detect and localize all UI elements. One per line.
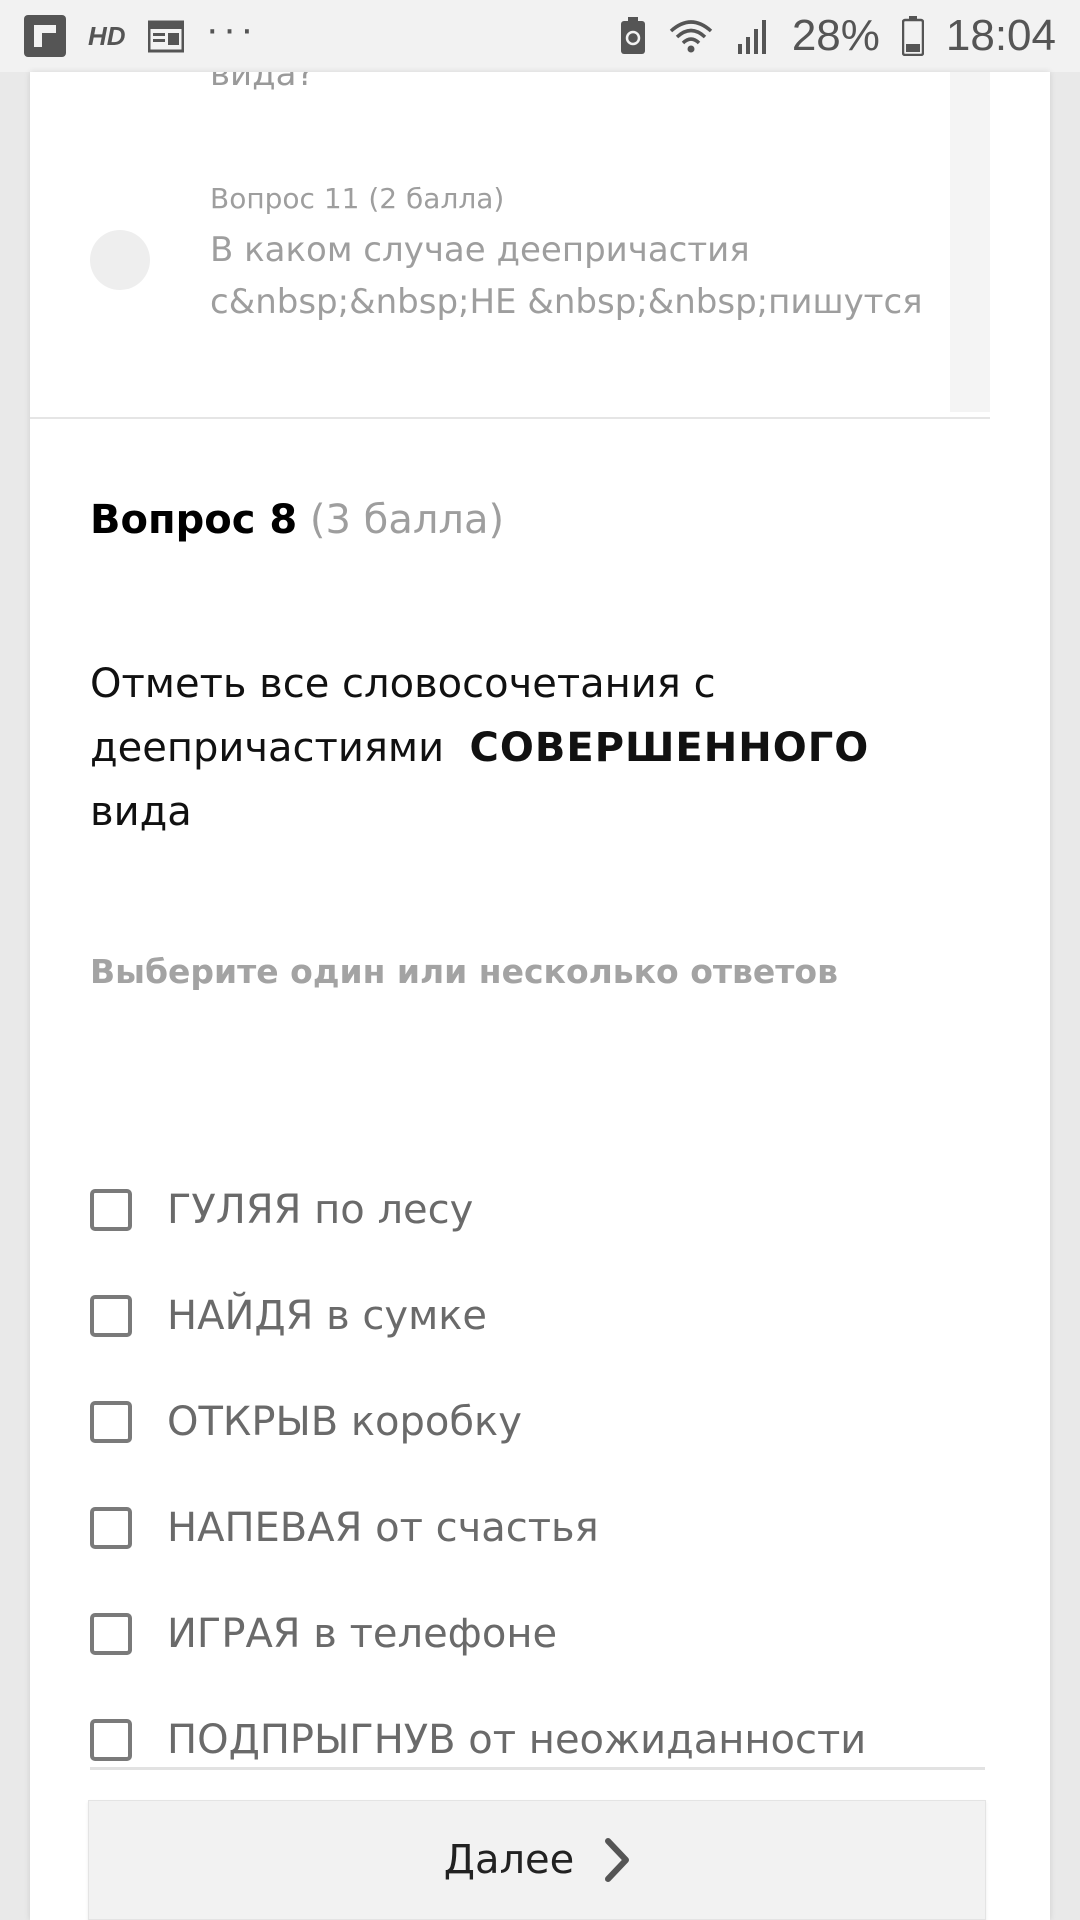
status-bar-left: HD ··· [24,9,258,57]
wifi-icon [668,17,714,55]
previous-question-text: вида? [210,72,315,94]
answer-options: ГУЛЯЯ по лесу НАЙДЯ в сумке ОТКРЫВ короб… [90,1157,970,1793]
checkbox[interactable] [90,1719,132,1761]
battery-saver-icon [620,17,646,55]
question-text-part2: вида [90,789,192,835]
battery-icon [901,16,924,56]
answer-option-label[interactable]: ОТКРЫВ коробку [167,1399,522,1445]
next-button[interactable]: Далее [88,1800,986,1920]
hd-icon: HD [88,20,126,51]
answer-option-label[interactable]: ИГРАЯ в телефоне [167,1611,557,1657]
question-nav-meta: Вопрос 11 (2 балла) [210,182,505,215]
divider [90,1767,985,1770]
question-nav-scrollbar[interactable] [950,72,990,412]
status-bar-right: 28% 18:04 [620,11,1056,61]
chevron-right-icon [604,1837,630,1883]
checkbox[interactable] [90,1401,132,1443]
quiz-card: вида? Вопрос 11 (2 балла) В каком случае… [30,72,1050,1920]
question-nav-text: В каком случае деепричастия с&nbsp;&nbsp… [210,230,923,322]
checkbox[interactable] [90,1189,132,1231]
answer-option-label[interactable]: ПОДПРЫГНУВ от неожиданности [167,1717,866,1763]
question-status-circle [90,230,150,290]
signal-icon [736,18,770,54]
question-number: Вопрос 8 [90,497,298,543]
clock: 18:04 [945,11,1056,60]
checkbox[interactable] [90,1613,132,1655]
question-header: Вопрос 8 (3 балла) [90,497,504,543]
answer-option[interactable]: НАПЕВАЯ от счастья [90,1475,970,1581]
question-points: (3 балла) [309,497,505,543]
answer-option[interactable]: ПОДПРЫГНУВ от неожиданности [90,1687,970,1793]
flipboard-icon [24,15,66,57]
answer-option-label[interactable]: НАПЕВАЯ от счастья [167,1505,599,1551]
checkbox[interactable] [90,1507,132,1549]
answer-hint: Выберите один или несколько ответов [90,952,838,991]
more-notifications-icon: ··· [205,7,258,51]
checkbox[interactable] [90,1295,132,1337]
status-bar: HD ··· 28% 18:04 [0,0,1080,72]
question-text: Отметь все словосочетания с деепричастия… [90,652,970,844]
question-nav-item[interactable]: Вопрос 11 (2 балла) В каком случае деепр… [30,182,950,362]
battery-percent: 28% [791,11,880,60]
news-icon [147,19,184,53]
next-button-label: Далее [443,1837,575,1883]
question-text-emphasis: СОВЕРШЕННОГО [469,725,870,771]
answer-option[interactable]: ГУЛЯЯ по лесу [90,1157,970,1263]
answer-option-label[interactable]: НАЙДЯ в сумке [167,1293,487,1339]
answer-option-label[interactable]: ГУЛЯЯ по лесу [167,1187,473,1233]
question-navigation-panel: вида? Вопрос 11 (2 балла) В каком случае… [30,72,990,419]
answer-option[interactable]: ОТКРЫВ коробку [90,1369,970,1475]
answer-option[interactable]: ИГРАЯ в телефоне [90,1581,970,1687]
answer-option[interactable]: НАЙДЯ в сумке [90,1263,970,1369]
